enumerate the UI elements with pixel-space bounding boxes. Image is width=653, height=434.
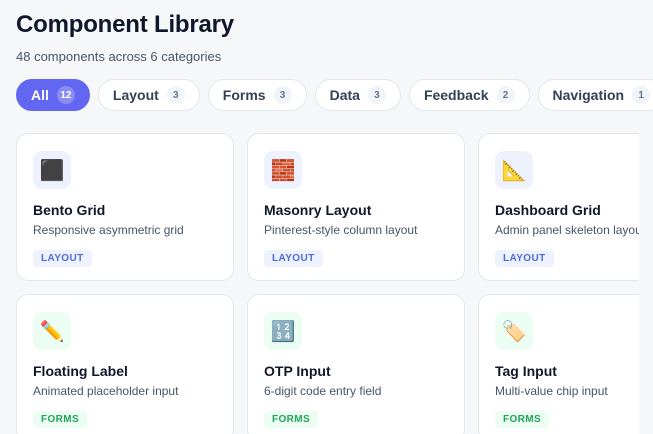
component-card-dashboard-grid[interactable]: 📐 Dashboard Grid Admin panel skeleton la…	[478, 133, 639, 281]
component-card-floating-label[interactable]: ✏️ Floating Label Animated placeholder i…	[16, 294, 234, 434]
component-card-otp-input[interactable]: 🔢 OTP Input 6-digit code entry field FOR…	[247, 294, 465, 434]
tab-count: 1	[632, 86, 651, 104]
tab-label: Layout	[112, 87, 159, 103]
card-description: 6-digit code entry field	[264, 384, 382, 398]
category-tabs: All 12 Layout 3 Forms 3 Data 3 Feedback …	[16, 79, 653, 111]
card-title: Floating Label	[33, 363, 128, 379]
tab-label: Data	[329, 87, 360, 103]
card-description: Pinterest-style column layout	[264, 223, 418, 237]
tab-count: 3	[166, 86, 185, 104]
tab-navigation[interactable]: Navigation 1	[537, 79, 653, 111]
page-header: Component Library 48 components across 6…	[16, 10, 234, 64]
tag-icon: 🏷️	[495, 312, 533, 350]
page-subtitle: 48 components across 6 categories	[16, 49, 222, 64]
tab-forms[interactable]: Forms 3	[207, 79, 307, 111]
pencil-icon: ✏️	[33, 312, 71, 350]
tab-label: Forms	[222, 87, 266, 103]
card-description: Multi-value chip input	[495, 384, 608, 398]
card-title: OTP Input	[264, 363, 331, 379]
category-badge: FORMS	[264, 411, 319, 428]
tab-feedback[interactable]: Feedback 2	[408, 79, 530, 111]
category-badge: FORMS	[33, 411, 88, 428]
tab-all[interactable]: All 12	[16, 79, 90, 111]
card-description: Admin panel skeleton layout	[495, 223, 639, 237]
triangle-ruler-icon: 📐	[495, 151, 533, 189]
brick-icon: 🧱	[264, 151, 302, 189]
card-title: Tag Input	[495, 363, 557, 379]
card-title: Dashboard Grid	[495, 202, 601, 218]
component-card-bento-grid[interactable]: ⬛ Bento Grid Responsive asymmetric grid …	[16, 133, 234, 281]
card-title: Masonry Layout	[264, 202, 372, 218]
tab-count: 3	[367, 86, 386, 104]
tab-count: 2	[496, 86, 515, 104]
category-badge: LAYOUT	[264, 250, 323, 267]
tab-count: 12	[56, 86, 75, 104]
tab-count: 3	[273, 86, 292, 104]
component-card-masonry-layout[interactable]: 🧱 Masonry Layout Pinterest-style column …	[247, 133, 465, 281]
component-grid-viewport[interactable]: ⬛ Bento Grid Responsive asymmetric grid …	[16, 133, 639, 434]
tab-label: Navigation	[552, 87, 625, 103]
card-description: Animated placeholder input	[33, 384, 179, 398]
black-square-icon: ⬛	[33, 151, 71, 189]
tab-label: Feedback	[423, 87, 489, 103]
tab-layout[interactable]: Layout 3	[97, 79, 200, 111]
tab-label: All	[31, 87, 49, 103]
card-description: Responsive asymmetric grid	[33, 223, 184, 237]
component-card-tag-input[interactable]: 🏷️ Tag Input Multi-value chip input FORM…	[478, 294, 639, 434]
category-badge: LAYOUT	[495, 250, 554, 267]
category-badge: FORMS	[495, 411, 550, 428]
tab-data[interactable]: Data 3	[314, 79, 401, 111]
numbers-icon: 🔢	[264, 312, 302, 350]
card-title: Bento Grid	[33, 202, 106, 218]
page-title: Component Library	[16, 11, 234, 38]
category-badge: LAYOUT	[33, 250, 92, 267]
component-grid: ⬛ Bento Grid Responsive asymmetric grid …	[16, 133, 639, 434]
